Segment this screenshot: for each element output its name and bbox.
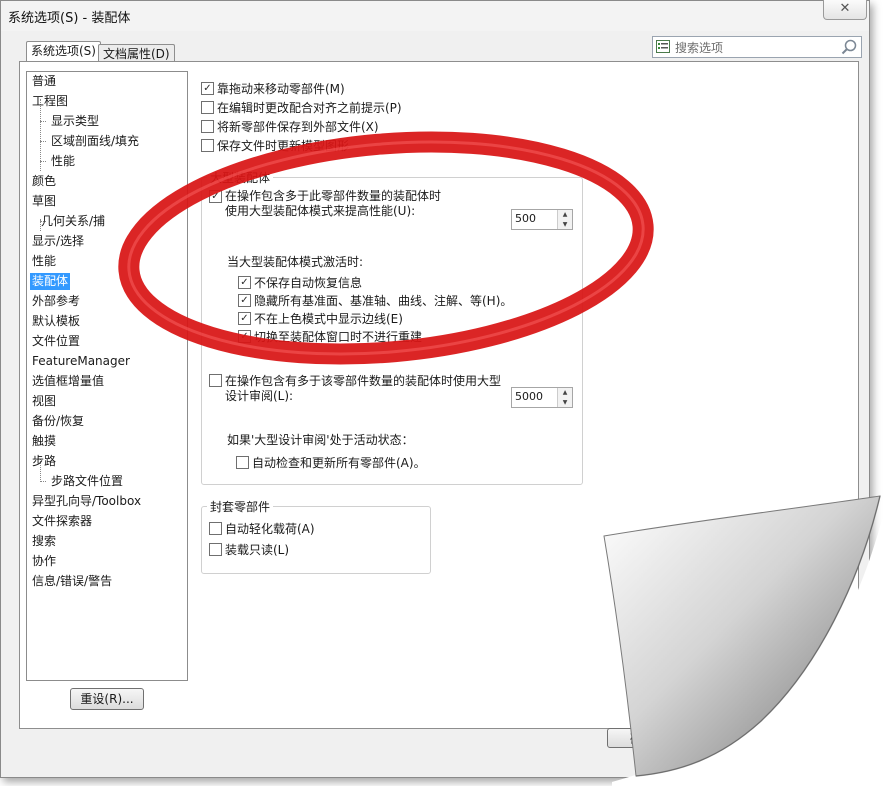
tree-item-colors[interactable]: 颜色 xyxy=(32,173,56,190)
ok-button[interactable]: 确定 xyxy=(607,728,679,748)
no-edges-checkbox[interactable]: ✓ xyxy=(238,312,251,325)
spin-down-icon[interactable]: ▼ xyxy=(558,220,572,229)
no-autorecover-checkbox[interactable]: ✓ xyxy=(238,276,251,289)
design-review-threshold-spinner[interactable]: 5000 ▲ ▼ xyxy=(511,387,573,408)
large-assembly-mode-checkbox[interactable]: ✓ xyxy=(209,190,222,203)
hide-planes-label: 隐藏所有基准面、基准轴、曲线、注解、等(H)。 xyxy=(254,294,513,308)
list-icon xyxy=(656,40,670,53)
no-rebuild-label: 切换至装配体窗口时不进行重建 xyxy=(254,330,423,344)
magnifier-icon[interactable] xyxy=(841,39,857,55)
drag-move-checkbox[interactable]: ✓ xyxy=(201,82,214,95)
tree-item-messages[interactable]: 信息/错误/警告 xyxy=(32,573,112,590)
tree-item-search[interactable]: 搜索 xyxy=(32,533,56,550)
hide-planes-checkbox[interactable]: ✓ xyxy=(238,294,251,307)
tree-item-assemblies[interactable]: 装配体 xyxy=(30,273,71,290)
auto-check-update-checkbox[interactable] xyxy=(236,456,249,469)
save-external-label: 将新零部件保存到外部文件(X) xyxy=(217,120,379,134)
reset-button[interactable]: 重设(R)... xyxy=(70,688,144,710)
no-rebuild-checkbox[interactable]: ✓ xyxy=(238,330,251,343)
tree-item-display-select[interactable]: 显示/选择 xyxy=(32,233,84,250)
envelope-group xyxy=(201,506,431,574)
spin-up-icon[interactable]: ▲ xyxy=(558,388,572,397)
save-external-checkbox[interactable] xyxy=(201,120,214,133)
edit-prompt-checkbox[interactable] xyxy=(201,101,214,114)
no-autorecover-label: 不保存自动恢复信息 xyxy=(254,276,363,290)
save-update-label: 保存文件时更新模型图形 xyxy=(217,139,350,153)
tree-item-drawing-perf[interactable]: 性能 xyxy=(51,153,75,170)
auto-lightweight-label: 自动轻化载荷(A) xyxy=(225,522,315,536)
tree-item-relations[interactable]: 几何关系/捕 xyxy=(41,213,105,230)
close-button[interactable]: ✕ xyxy=(823,0,867,20)
large-assembly-line2: 使用大型装配体模式来提高性能(U): xyxy=(225,204,416,218)
tree-item-external-refs[interactable]: 外部参考 xyxy=(32,293,80,310)
tree-item-default-templates[interactable]: 默认模板 xyxy=(32,313,80,330)
tree-item-touch[interactable]: 触摸 xyxy=(32,433,56,450)
large-design-review-checkbox[interactable] xyxy=(209,374,222,387)
options-tree[interactable]: 普通 工程图 显示类型 区域剖面线/填充 性能 颜色 草图 几何关系/捕 显示/… xyxy=(26,71,188,681)
tree-item-spin-increments[interactable]: 选值框增量值 xyxy=(32,373,104,390)
options-dialog: 系统选项(S) - 装配体 ✕ 系统选项(S) 文档属性(D) 搜索选项 普通 … xyxy=(0,0,870,778)
auto-lightweight-checkbox[interactable] xyxy=(209,522,222,535)
design-review-active-heading: 如果'大型设计审阅'处于活动状态： xyxy=(227,433,414,447)
tree-item-file-explorer[interactable]: 文件探索器 xyxy=(32,513,92,530)
large-assembly-group-title: 大型装配体 xyxy=(207,169,274,186)
edit-prompt-label: 在编辑时更改配合对齐之前提示(P) xyxy=(217,101,402,115)
large-assembly-threshold-spinner[interactable]: 500 ▲ ▼ xyxy=(511,209,573,230)
drag-move-label: 靠拖动来移动零部件(M) xyxy=(217,82,345,96)
tab-system-options[interactable]: 系统选项(S) xyxy=(26,41,101,62)
window-title: 系统选项(S) - 装配体 xyxy=(8,11,131,26)
spin-up-icon[interactable]: ▲ xyxy=(558,210,572,219)
no-edges-label: 不在上色模式中显示边线(E) xyxy=(254,312,403,326)
tree-item-file-locations[interactable]: 文件位置 xyxy=(32,333,80,350)
load-readonly-checkbox[interactable] xyxy=(209,543,222,556)
large-assembly-active-heading: 当大型装配体模式激活时: xyxy=(227,255,364,269)
tree-item-hatch[interactable]: 区域剖面线/填充 xyxy=(51,133,139,150)
tree-item-display-type[interactable]: 显示类型 xyxy=(51,113,99,130)
tree-item-routing-files[interactable]: 步路文件位置 xyxy=(51,473,123,490)
title-bar: 系统选项(S) - 装配体 ✕ xyxy=(1,0,869,31)
tree-item-hole-wizard[interactable]: 异型孔向导/Toolbox xyxy=(32,493,141,510)
tree-item-collaboration[interactable]: 协作 xyxy=(32,553,56,570)
load-readonly-label: 装载只读(L) xyxy=(225,543,290,557)
spin-down-icon[interactable]: ▼ xyxy=(558,398,572,407)
tree-item-routing[interactable]: 步路 xyxy=(32,453,56,470)
large-design-review-line2: 设计审阅(L): xyxy=(225,389,294,403)
design-review-threshold-value: 5000 xyxy=(515,390,543,403)
tree-item-general[interactable]: 普通 xyxy=(32,73,56,90)
envelope-group-title: 封套零部件 xyxy=(207,498,274,515)
auto-check-update-label: 自动检查和更新所有零部件(A)。 xyxy=(252,456,426,470)
save-update-checkbox[interactable] xyxy=(201,139,214,152)
search-input[interactable]: 搜索选项 xyxy=(652,36,862,58)
tree-item-performance[interactable]: 性能 xyxy=(32,253,56,270)
tree-item-view[interactable]: 视图 xyxy=(32,393,56,410)
tree-item-featuremanager[interactable]: FeatureManager xyxy=(32,353,130,370)
search-placeholder: 搜索选项 xyxy=(675,41,724,55)
large-assembly-threshold-value: 500 xyxy=(515,212,536,225)
tree-item-backup[interactable]: 备份/恢复 xyxy=(32,413,84,430)
tree-item-sketch[interactable]: 草图 xyxy=(32,193,56,210)
tree-item-drawings[interactable]: 工程图 xyxy=(32,93,68,110)
